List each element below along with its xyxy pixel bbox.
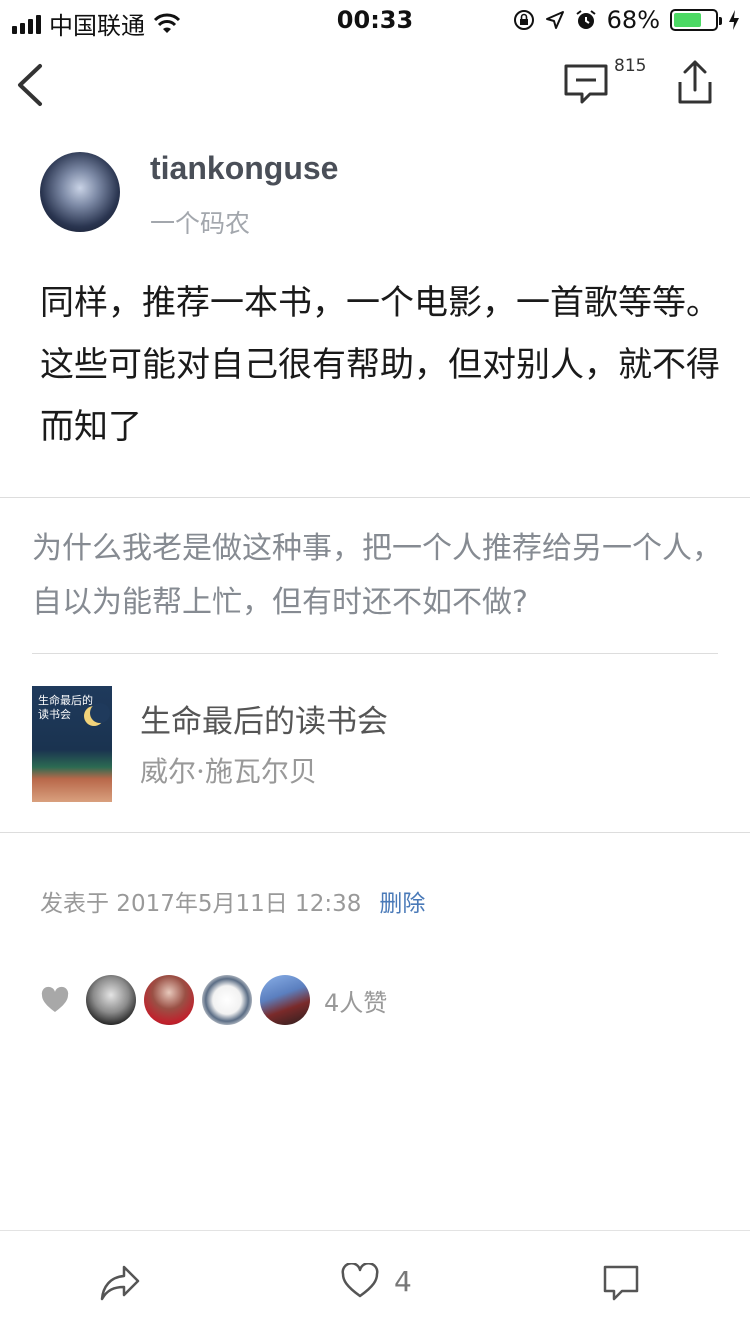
share-icon[interactable] xyxy=(672,58,718,108)
divider xyxy=(32,653,718,654)
status-bar: 中国联通 00:33 68% xyxy=(0,0,750,40)
bottom-toolbar: 4 xyxy=(0,1230,750,1334)
heart-icon xyxy=(41,986,69,1012)
like-icon[interactable] xyxy=(340,1263,380,1299)
charging-icon xyxy=(729,10,739,30)
divider xyxy=(0,497,750,498)
bottom-like-count: 4 xyxy=(394,1265,412,1298)
post-meta: 发表于 2017年5月11日 12:38 删除 xyxy=(40,884,425,918)
liker-avatar[interactable] xyxy=(144,975,194,1025)
author-avatar[interactable] xyxy=(40,152,120,232)
moon-graphic xyxy=(84,703,110,726)
author-name[interactable]: tiankonguse xyxy=(150,150,338,187)
location-icon xyxy=(545,11,564,29)
comment-icon[interactable] xyxy=(602,1263,640,1303)
battery-icon xyxy=(670,9,722,31)
status-right: 68% xyxy=(513,6,740,34)
nav-bar: 815 xyxy=(0,40,750,130)
liker-avatar[interactable] xyxy=(260,975,310,1025)
divider xyxy=(0,832,750,833)
liker-avatar[interactable] xyxy=(86,975,136,1025)
author-bio: 一个码农 xyxy=(150,209,251,238)
book-cover[interactable]: 生命最后的 读书会 xyxy=(32,686,112,802)
liker-avatar[interactable] xyxy=(202,975,252,1025)
like-count-text[interactable]: 4人赞 xyxy=(324,983,387,1018)
delete-link[interactable]: 删除 xyxy=(379,884,425,918)
battery-percent: 68% xyxy=(606,6,660,34)
alarm-icon xyxy=(576,10,596,29)
back-icon[interactable] xyxy=(12,62,52,108)
likers-row[interactable]: 4人赞 xyxy=(40,972,387,1028)
comment-icon[interactable] xyxy=(562,62,610,108)
post-content: 同样，推荐一本书，一个电影，一首歌等等。这些可能对自己很有帮助，但对别人，就不得… xyxy=(40,283,720,447)
book-author: 威尔·施瓦尔贝 xyxy=(140,755,317,788)
book-cover-title-line: 生命最后的 xyxy=(38,694,93,707)
book-title[interactable]: 生命最后的读书会 xyxy=(140,696,388,741)
battery-fill xyxy=(674,13,702,27)
publish-time: 发表于 2017年5月11日 12:38 xyxy=(40,891,362,917)
comment-count: 815 xyxy=(614,56,647,76)
question-title[interactable]: 为什么我老是做这种事，把一个人推荐给另一个人，自以为能帮上忙，但有时还不如不做? xyxy=(32,522,722,630)
rotation-lock-icon xyxy=(513,10,534,30)
forward-icon[interactable] xyxy=(98,1263,142,1303)
